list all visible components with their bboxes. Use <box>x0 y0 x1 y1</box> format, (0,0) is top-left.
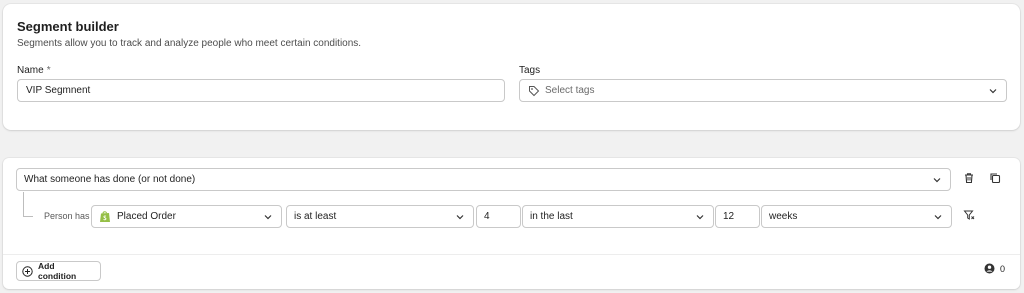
copy-icon <box>989 171 1001 189</box>
operator-value: is at least <box>294 211 337 222</box>
segment-builder-card: Segment builder Segments allow you to tr… <box>3 4 1020 130</box>
profile-count: 0 <box>984 263 1005 274</box>
page-title: Segment builder <box>17 19 119 34</box>
filter-button[interactable] <box>961 209 977 225</box>
add-condition-button[interactable]: Add condition <box>16 261 101 281</box>
name-input[interactable]: VIP Segmnent <box>17 79 505 102</box>
shopify-icon <box>99 210 111 223</box>
timeframe-amount-value: 12 <box>723 211 735 222</box>
add-condition-label: Add condition <box>38 261 77 281</box>
plus-circle-icon <box>22 265 33 277</box>
count-input[interactable]: 4 <box>476 205 521 228</box>
timeframe-amount-input[interactable]: 12 <box>715 205 760 228</box>
condition-type-value: What someone has done (or not done) <box>24 174 196 185</box>
required-mark: * <box>46 65 51 76</box>
chevron-down-icon <box>263 212 273 222</box>
name-label: Name * <box>17 65 51 76</box>
conditions-card: What someone has done (or not done) Pers… <box>3 158 1020 289</box>
tags-select[interactable]: Select tags <box>519 79 1007 102</box>
delete-button[interactable] <box>961 172 977 188</box>
timeframe-value: in the last <box>530 211 573 222</box>
chevron-down-icon <box>933 212 943 222</box>
timeframe-select[interactable]: in the last <box>522 205 714 228</box>
name-input-value: VIP Segmnent <box>26 85 91 96</box>
user-circle-icon <box>984 263 995 274</box>
count-value: 4 <box>484 211 490 222</box>
timeframe-unit-value: weeks <box>769 211 798 222</box>
footer-divider <box>3 254 1020 255</box>
operator-select[interactable]: is at least <box>286 205 474 228</box>
tags-placeholder: Select tags <box>545 85 595 96</box>
person-has-label: Person has <box>44 211 90 221</box>
name-label-text: Name <box>17 65 44 76</box>
tree-connector-horizontal <box>23 216 33 217</box>
condition-type-select[interactable]: What someone has done (or not done) <box>16 168 951 191</box>
filter-icon <box>963 208 975 226</box>
tree-connector-vertical <box>23 192 24 216</box>
chevron-down-icon <box>988 86 998 96</box>
page-subtitle: Segments allow you to track and analyze … <box>17 38 362 49</box>
tags-label: Tags <box>519 65 541 76</box>
duplicate-button[interactable] <box>987 172 1003 188</box>
tag-icon <box>528 85 540 97</box>
chevron-down-icon <box>932 175 942 185</box>
metric-select[interactable]: Placed Order <box>91 205 282 228</box>
timeframe-unit-select[interactable]: weeks <box>761 205 952 228</box>
profile-count-value: 0 <box>1000 263 1006 274</box>
chevron-down-icon <box>455 212 465 222</box>
metric-value: Placed Order <box>117 211 176 222</box>
trash-icon <box>963 171 975 189</box>
chevron-down-icon <box>695 212 705 222</box>
